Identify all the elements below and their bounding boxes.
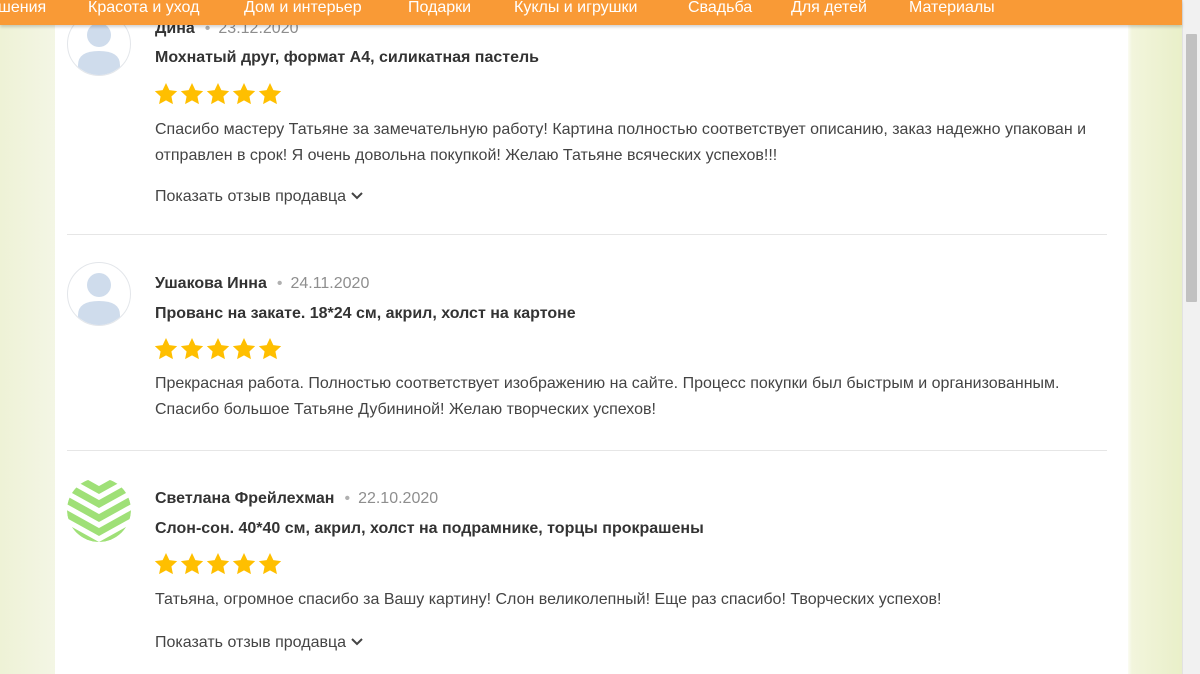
nav-item-dolls[interactable]: Куклы и игрушки <box>514 0 637 19</box>
top-nav: шения Красота и уход Дом и интерьер Пода… <box>0 0 1182 25</box>
review-product[interactable]: Мохнатый друг, формат А4, силикатная пас… <box>155 49 539 67</box>
rating-stars <box>153 336 283 362</box>
star-icon <box>206 82 230 105</box>
star-icon <box>206 552 230 575</box>
separator-dot: • <box>276 275 283 292</box>
star-icon <box>154 82 178 105</box>
chevron-pattern-icon <box>67 478 131 542</box>
page: шения Красота и уход Дом и интерьер Пода… <box>0 0 1200 674</box>
show-seller-reply-link[interactable]: Показать отзыв продавца <box>155 634 364 652</box>
star-icon <box>154 337 178 360</box>
chevron-down-icon <box>351 192 363 200</box>
review-date: 24.11.2020 <box>290 275 370 292</box>
review-date: 22.10.2020 <box>358 490 439 507</box>
star-icon <box>258 82 282 105</box>
star-icon <box>154 552 178 575</box>
review-text: Татьяна, огромное спасибо за Вашу картин… <box>155 591 942 608</box>
reviews-list: Дина • 23.12.2020 Мохнатый друг, формат А4… <box>55 0 1128 674</box>
show-seller-reply-label: Показать отзыв продавца <box>155 634 347 651</box>
star-icon <box>232 82 256 105</box>
star-icon <box>206 337 230 360</box>
review-item: Светлана Фрейлехман • 22.10.2020 Слон-сон.… <box>67 450 1107 674</box>
star-icon <box>180 552 204 575</box>
star-icon <box>232 552 256 575</box>
nav-item-kids[interactable]: Для детей <box>791 0 867 19</box>
show-seller-reply-link[interactable]: Показать отзыв продавца <box>155 188 364 206</box>
show-seller-reply-label: Показать отзыв продавца <box>155 188 347 205</box>
review-text: Прекрасная работа. Полностью соответству… <box>155 375 1060 418</box>
nav-item-materials[interactable]: Материалы <box>909 0 995 19</box>
rating-stars <box>153 551 283 577</box>
nav-item-gifts[interactable]: Подарки <box>408 0 471 19</box>
review-product[interactable]: Прованс на закате. 18*24 см, акрил, холс… <box>155 305 576 323</box>
chevron-down-icon <box>351 638 363 646</box>
avatar[interactable] <box>67 262 131 326</box>
avatar[interactable] <box>67 478 131 542</box>
nav-item-beauty[interactable]: Красота и уход <box>88 0 199 19</box>
nav-item-home[interactable]: Дом и интерьер <box>244 0 362 19</box>
nav-item-wedding[interactable]: Свадьба <box>688 0 752 19</box>
review-product[interactable]: Слон-сон. 40*40 см, акрил, холст на подр… <box>155 520 704 538</box>
review-item: Ушакова Инна • 24.11.2020 Прованс на закат… <box>67 234 1107 450</box>
separator-dot: • <box>344 490 351 507</box>
review-meta: Светлана Фрейлехман • 22.10.2020 <box>155 490 438 508</box>
review-meta: Ушакова Инна • 24.11.2020 <box>155 275 369 293</box>
review-author[interactable]: Светлана Фрейлехман <box>155 490 334 507</box>
rating-stars <box>153 81 283 107</box>
star-icon <box>258 552 282 575</box>
star-icon <box>232 337 256 360</box>
star-icon <box>180 82 204 105</box>
default-user-icon <box>78 273 120 325</box>
nav-item-jewelry[interactable]: шения <box>0 0 46 19</box>
scrollbar[interactable] <box>1182 0 1200 674</box>
star-icon <box>258 337 282 360</box>
review-text: Спасибо мастеру Татьяне за замечательную… <box>155 121 1087 164</box>
review-author[interactable]: Ушакова Инна <box>155 275 267 292</box>
review-item: Дина • 23.12.2020 Мохнатый друг, формат А4… <box>67 0 1107 230</box>
scrollbar-thumb[interactable] <box>1186 34 1197 302</box>
star-icon <box>180 337 204 360</box>
